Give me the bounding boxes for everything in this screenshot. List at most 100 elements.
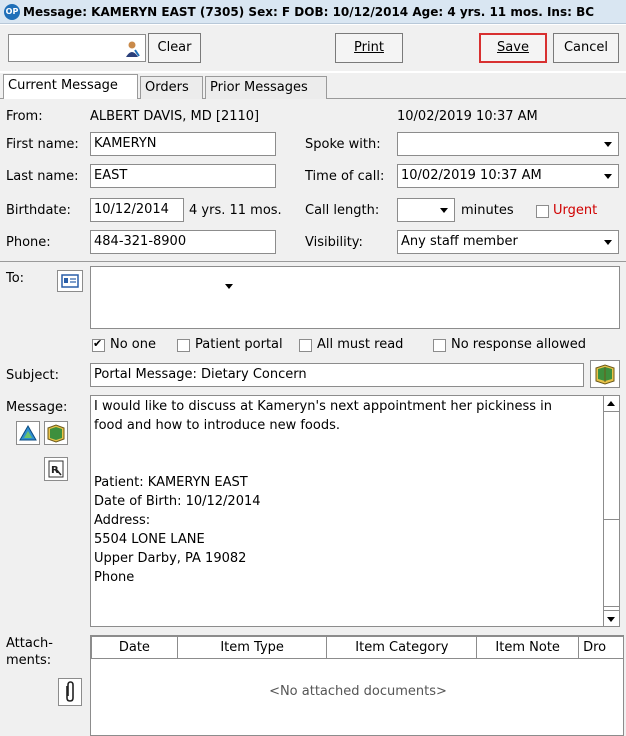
triangle-icon bbox=[19, 424, 37, 441]
spoke-with-label: Spoke with: bbox=[305, 137, 381, 152]
book-icon bbox=[47, 424, 65, 443]
first-name-label: First name: bbox=[6, 137, 79, 152]
column-header-item-type[interactable]: Item Type bbox=[176, 636, 328, 659]
minutes-label: minutes bbox=[461, 203, 514, 218]
print-button-label: Print bbox=[354, 40, 384, 55]
subject-templates-button[interactable] bbox=[590, 360, 620, 388]
tab-orders[interactable]: Orders bbox=[140, 76, 203, 99]
spoke-with-select[interactable] bbox=[397, 132, 619, 156]
no-one-checkbox[interactable] bbox=[92, 337, 105, 352]
save-button[interactable]: Save bbox=[479, 33, 547, 63]
message-datetime: 10/02/2019 10:37 AM bbox=[397, 109, 538, 124]
chevron-down-icon bbox=[604, 240, 612, 245]
message-line: Upper Darby, PA 19082 bbox=[94, 551, 247, 566]
age-value: 4 yrs. 11 mos. bbox=[189, 203, 282, 218]
paperclip-icon bbox=[66, 681, 74, 702]
time-of-call-select[interactable]: 10/02/2019 10:37 AM bbox=[397, 164, 619, 188]
visibility-select[interactable]: Any staff member bbox=[397, 230, 619, 254]
attachments-header: Date Item Type Item Category Item Note D… bbox=[91, 636, 623, 659]
app-logo-icon: OP bbox=[4, 4, 20, 20]
subject-field[interactable]: Portal Message: Dietary Concern bbox=[90, 363, 584, 387]
chevron-down-icon bbox=[607, 617, 615, 622]
no-response-allowed-checkbox[interactable] bbox=[433, 339, 446, 352]
recipients-field[interactable] bbox=[90, 266, 620, 329]
no-response-allowed-label: No response allowed bbox=[451, 337, 587, 352]
visibility-label: Visibility: bbox=[305, 235, 363, 250]
current-message-panel: From: ALBERT DAVIS, MD [2110] 10/02/2019… bbox=[0, 99, 626, 736]
tab-prior-messages[interactable]: Prior Messages bbox=[205, 76, 327, 99]
message-line: I would like to discuss at Kameryn's nex… bbox=[94, 399, 553, 414]
window-title: Message: KAMERYN EAST (7305) Sex: F DOB:… bbox=[23, 5, 595, 19]
message-label: Message: bbox=[6, 400, 68, 415]
prescription-button[interactable]: R bbox=[44, 457, 68, 481]
tab-current-message[interactable]: Current Message bbox=[3, 74, 138, 100]
scroll-down-button[interactable] bbox=[604, 610, 619, 626]
chevron-down-icon bbox=[604, 174, 612, 179]
last-name-field[interactable]: EAST bbox=[90, 164, 276, 188]
message-line: food and how to introduce new foods. bbox=[94, 418, 340, 433]
message-body[interactable]: I would like to discuss at Kameryn's nex… bbox=[90, 395, 620, 627]
phone-label: Phone: bbox=[6, 235, 51, 250]
scroll-thumb[interactable] bbox=[604, 519, 619, 607]
all-must-read-checkbox[interactable] bbox=[299, 339, 312, 352]
no-one-label: No one bbox=[110, 337, 157, 352]
from-value: ALBERT DAVIS, MD [2110] bbox=[90, 109, 260, 124]
address-card-icon bbox=[61, 274, 79, 288]
from-label: From: bbox=[6, 109, 43, 124]
message-line: Address: bbox=[94, 513, 151, 528]
column-header-dro[interactable]: Dro bbox=[578, 636, 623, 659]
attachments-table: Date Item Type Item Category Item Note D… bbox=[90, 635, 624, 736]
visibility-value: Any staff member bbox=[401, 234, 518, 249]
chevron-down-icon bbox=[604, 142, 612, 147]
prescription-icon: R bbox=[48, 460, 64, 478]
book-icon bbox=[595, 364, 615, 385]
patient-portal-label: Patient portal bbox=[195, 337, 283, 352]
save-button-label: Save bbox=[497, 40, 529, 55]
message-templates-button[interactable] bbox=[44, 421, 68, 445]
to-label: To: bbox=[6, 271, 25, 286]
chevron-up-icon bbox=[607, 401, 615, 406]
column-header-item-note[interactable]: Item Note bbox=[476, 636, 580, 659]
attachments-label-line2: ments: bbox=[6, 653, 52, 668]
message-line: Patient: KAMERYN EAST bbox=[94, 475, 248, 490]
upload-button[interactable] bbox=[16, 421, 40, 445]
message-line: 5504 LONE LANE bbox=[94, 532, 205, 547]
time-of-call-value: 10/02/2019 10:37 AM bbox=[401, 168, 542, 183]
chevron-down-icon[interactable] bbox=[225, 284, 233, 289]
chevron-down-icon bbox=[440, 208, 448, 213]
last-name-label: Last name: bbox=[6, 169, 79, 184]
address-book-button[interactable] bbox=[57, 270, 83, 292]
birthdate-field[interactable]: 10/12/2014 bbox=[90, 198, 184, 222]
scroll-up-button[interactable] bbox=[604, 396, 619, 412]
recipient-lookup-input[interactable] bbox=[8, 34, 146, 62]
user-lookup-icon[interactable] bbox=[123, 40, 141, 58]
urgent-checkbox[interactable] bbox=[536, 205, 549, 218]
subject-label: Subject: bbox=[6, 368, 59, 383]
column-header-item-category[interactable]: Item Category bbox=[326, 636, 478, 659]
all-must-read-label: All must read bbox=[317, 337, 404, 352]
window-title-bar: OP Message: KAMERYN EAST (7305) Sex: F D… bbox=[0, 0, 626, 24]
message-scrollbar[interactable] bbox=[603, 396, 619, 626]
phone-field[interactable]: 484-321-8900 bbox=[90, 230, 276, 254]
call-length-select[interactable] bbox=[397, 198, 455, 222]
message-line: Phone bbox=[94, 570, 135, 585]
attachments-label-line1: Attach- bbox=[6, 636, 53, 651]
message-line bbox=[94, 435, 616, 454]
tab-bar: Current Message Orders Prior Messages bbox=[0, 73, 626, 100]
urgent-label: Urgent bbox=[553, 203, 598, 218]
empty-attachments-text: <No attached documents> bbox=[269, 684, 447, 699]
message-line bbox=[94, 454, 616, 473]
clear-button[interactable]: Clear bbox=[148, 33, 201, 63]
cancel-button[interactable]: Cancel bbox=[553, 33, 619, 63]
message-line: Date of Birth: 10/12/2014 bbox=[94, 494, 261, 509]
attach-file-button[interactable] bbox=[58, 678, 82, 706]
first-name-field[interactable]: KAMERYN bbox=[90, 132, 276, 156]
print-button[interactable]: Print bbox=[335, 33, 403, 63]
birthdate-label: Birthdate: bbox=[6, 203, 71, 218]
column-header-date[interactable]: Date bbox=[91, 636, 178, 659]
toolbar: Clear Print Save Cancel bbox=[0, 25, 626, 71]
patient-portal-checkbox[interactable] bbox=[177, 339, 190, 352]
call-length-label: Call length: bbox=[305, 203, 380, 218]
divider bbox=[0, 261, 626, 262]
time-of-call-label: Time of call: bbox=[305, 169, 385, 184]
